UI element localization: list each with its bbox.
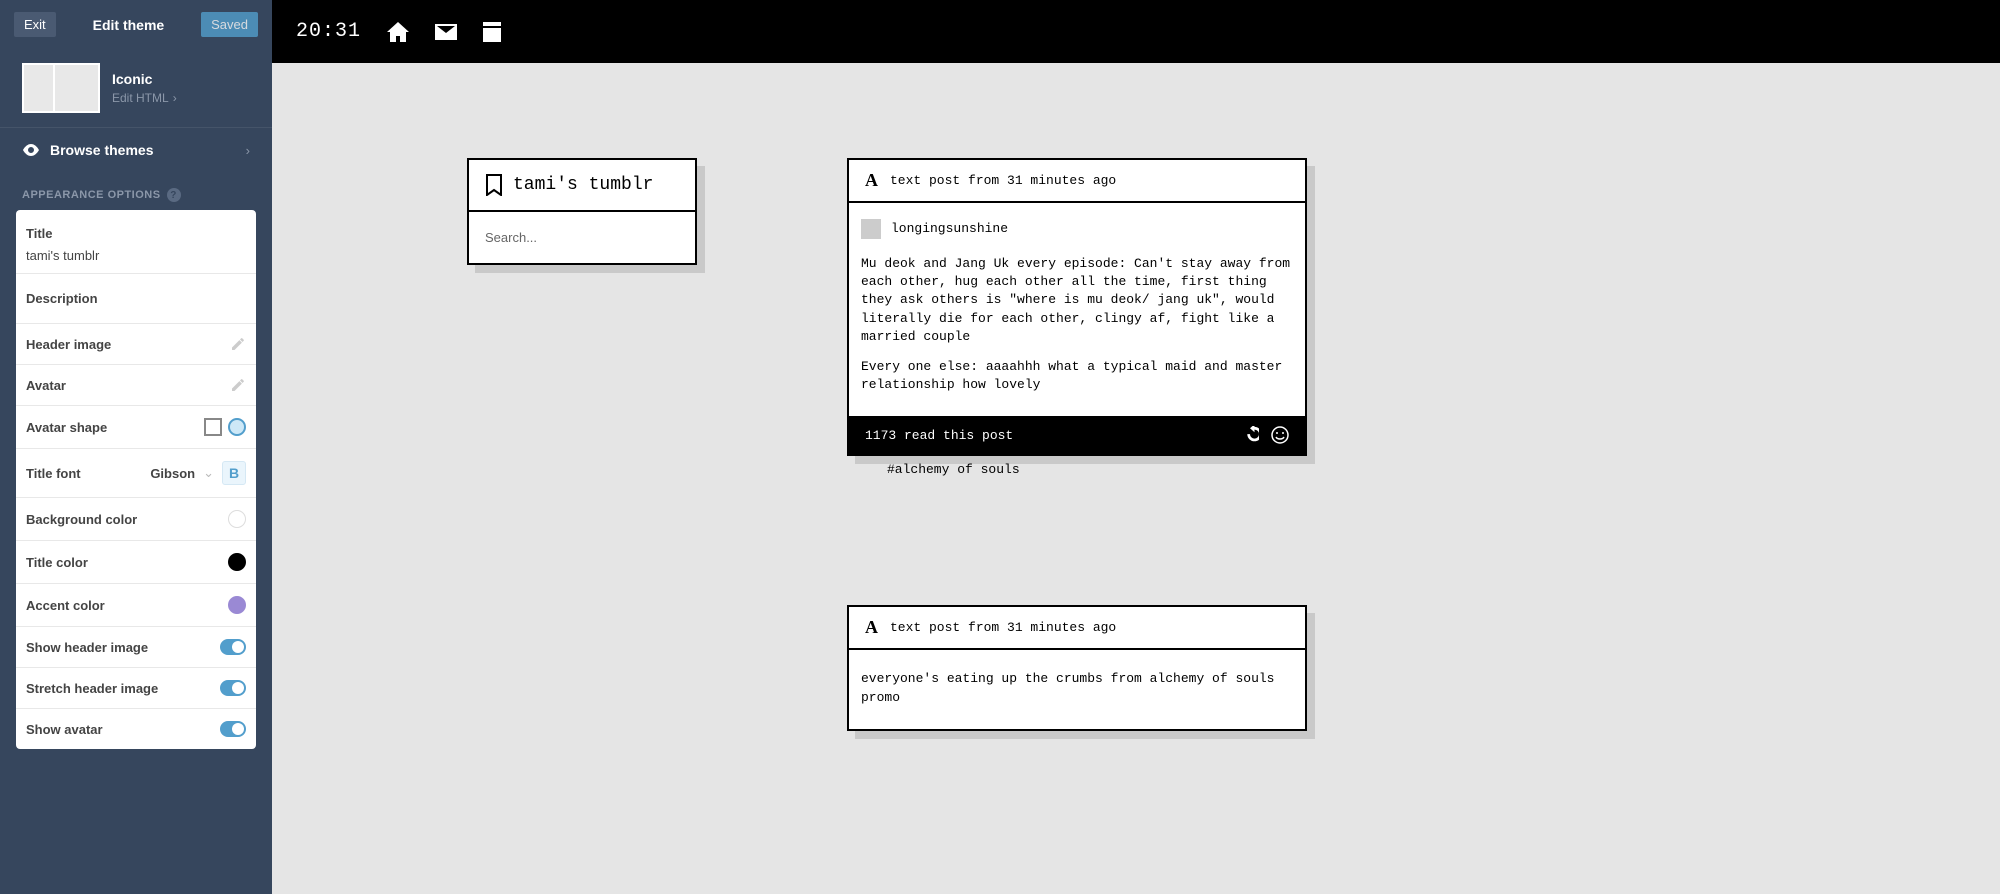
post-paragraph: Mu deok and Jang Uk every episode: Can't…	[861, 255, 1293, 346]
sidebar-widget: tami's tumblr Search...	[467, 158, 697, 265]
post-paragraph: Every one else: aaaahhh what a typical m…	[861, 358, 1293, 394]
bg-color-swatch[interactable]	[228, 510, 246, 528]
section-label: APPEARANCE OPTIONS	[22, 189, 161, 201]
title-input[interactable]: tami's tumblr	[16, 248, 256, 274]
post: A text post from 31 minutes ago longings…	[847, 158, 1307, 456]
theme-thumbnail	[22, 63, 100, 113]
preview-topbar: 20:31	[272, 0, 2000, 63]
post: A text post from 31 minutes ago everyone…	[847, 605, 1307, 730]
saved-button[interactable]: Saved	[201, 12, 258, 37]
title-option[interactable]: Title	[16, 210, 256, 248]
post-header: A text post from 31 minutes ago	[849, 160, 1305, 203]
posts-column: A text post from 31 minutes ago longings…	[847, 158, 1307, 731]
title-color-option[interactable]: Title color	[16, 541, 256, 584]
post-paragraph: everyone's eating up the crumbs from alc…	[861, 670, 1293, 706]
stretch-header-toggle[interactable]	[220, 680, 246, 696]
theme-row: Iconic Edit HTML ›	[0, 49, 272, 127]
header-image-label: Header image	[26, 337, 230, 352]
post-body: everyone's eating up the crumbs from alc…	[849, 650, 1305, 728]
show-header-label: Show header image	[26, 640, 220, 655]
bg-color-option[interactable]: Background color	[16, 498, 256, 541]
reblog-icon[interactable]	[1241, 426, 1259, 444]
title-font-label: Title font	[26, 466, 150, 481]
bookmark-icon	[485, 174, 503, 196]
post-header: A text post from 31 minutes ago	[849, 607, 1305, 650]
blog-title: tami's tumblr	[513, 175, 653, 195]
post-footer: 1173 read this post	[849, 416, 1305, 454]
sidebar: Exit Edit theme Saved Iconic Edit HTML ›…	[0, 0, 272, 894]
font-select[interactable]: Gibson ⌄ B	[150, 461, 246, 485]
avatar	[861, 219, 881, 239]
bold-toggle[interactable]: B	[222, 461, 246, 485]
clock: 20:31	[296, 20, 361, 43]
show-header-option: Show header image	[16, 627, 256, 668]
browse-themes-label: Browse themes	[50, 142, 246, 158]
reblog-username: longingsunshine	[891, 220, 1008, 238]
description-label: Description	[26, 291, 246, 306]
post-meta: text post from 31 minutes ago	[890, 620, 1116, 635]
edit-html-link[interactable]: Edit HTML ›	[112, 91, 177, 105]
show-header-toggle[interactable]	[220, 639, 246, 655]
notes-count[interactable]: 1173 read this post	[865, 428, 1013, 443]
sidebar-header: Exit Edit theme Saved	[0, 0, 272, 49]
post-container: A text post from 31 minutes ago longings…	[847, 158, 1307, 483]
avatar-shape-option: Avatar shape	[16, 406, 256, 449]
smile-icon[interactable]	[1271, 426, 1289, 444]
bg-color-label: Background color	[26, 512, 228, 527]
text-post-icon: A	[865, 617, 878, 638]
stretch-header-label: Stretch header image	[26, 681, 220, 696]
accent-color-option[interactable]: Accent color	[16, 584, 256, 627]
chevron-right-icon: ›	[173, 91, 177, 105]
home-icon[interactable]	[387, 22, 409, 42]
browse-themes-row[interactable]: Browse themes ›	[0, 127, 272, 172]
show-avatar-toggle[interactable]	[220, 721, 246, 737]
pencil-icon	[230, 336, 246, 352]
mail-icon[interactable]	[435, 24, 457, 40]
pencil-icon	[230, 377, 246, 393]
help-icon[interactable]: ?	[167, 188, 181, 202]
title-label: Title	[26, 226, 246, 241]
appearance-options-panel: Title tami's tumblr Description Header i…	[16, 210, 256, 749]
appearance-section-header: APPEARANCE OPTIONS ?	[0, 172, 272, 210]
edit-html-label: Edit HTML	[112, 91, 169, 105]
avatar-shape-label: Avatar shape	[26, 420, 204, 435]
archive-icon[interactable]	[483, 22, 501, 42]
accent-color-label: Accent color	[26, 598, 228, 613]
reblog-header[interactable]: longingsunshine	[861, 213, 1293, 245]
accent-color-swatch[interactable]	[228, 596, 246, 614]
theme-name: Iconic	[112, 71, 177, 87]
title-color-swatch[interactable]	[228, 553, 246, 571]
eye-icon	[22, 144, 40, 156]
post-body: longingsunshine Mu deok and Jang Uk ever…	[849, 203, 1305, 416]
widget-title-row: tami's tumblr	[469, 160, 695, 212]
edit-theme-title: Edit theme	[56, 17, 201, 33]
post-tags[interactable]: #alchemy of souls	[847, 456, 1307, 483]
avatar-label: Avatar	[26, 378, 230, 393]
text-post-icon: A	[865, 170, 878, 191]
chevron-right-icon: ›	[246, 143, 250, 158]
avatar-option[interactable]: Avatar	[16, 365, 256, 406]
avatar-shape-circle[interactable]	[228, 418, 246, 436]
avatar-shape-square[interactable]	[204, 418, 222, 436]
description-option[interactable]: Description	[16, 274, 256, 324]
theme-preview: 20:31 tami's tumblr Search...	[272, 0, 2000, 894]
font-name: Gibson	[150, 466, 195, 481]
show-avatar-option: Show avatar	[16, 709, 256, 749]
exit-button[interactable]: Exit	[14, 12, 56, 37]
post-meta: text post from 31 minutes ago	[890, 173, 1116, 188]
stretch-header-option: Stretch header image	[16, 668, 256, 709]
chevron-down-icon: ⌄	[203, 465, 214, 481]
header-image-option[interactable]: Header image	[16, 324, 256, 365]
search-input[interactable]: Search...	[469, 212, 695, 263]
show-avatar-label: Show avatar	[26, 722, 220, 737]
title-color-label: Title color	[26, 555, 228, 570]
title-font-option: Title font Gibson ⌄ B	[16, 449, 256, 498]
